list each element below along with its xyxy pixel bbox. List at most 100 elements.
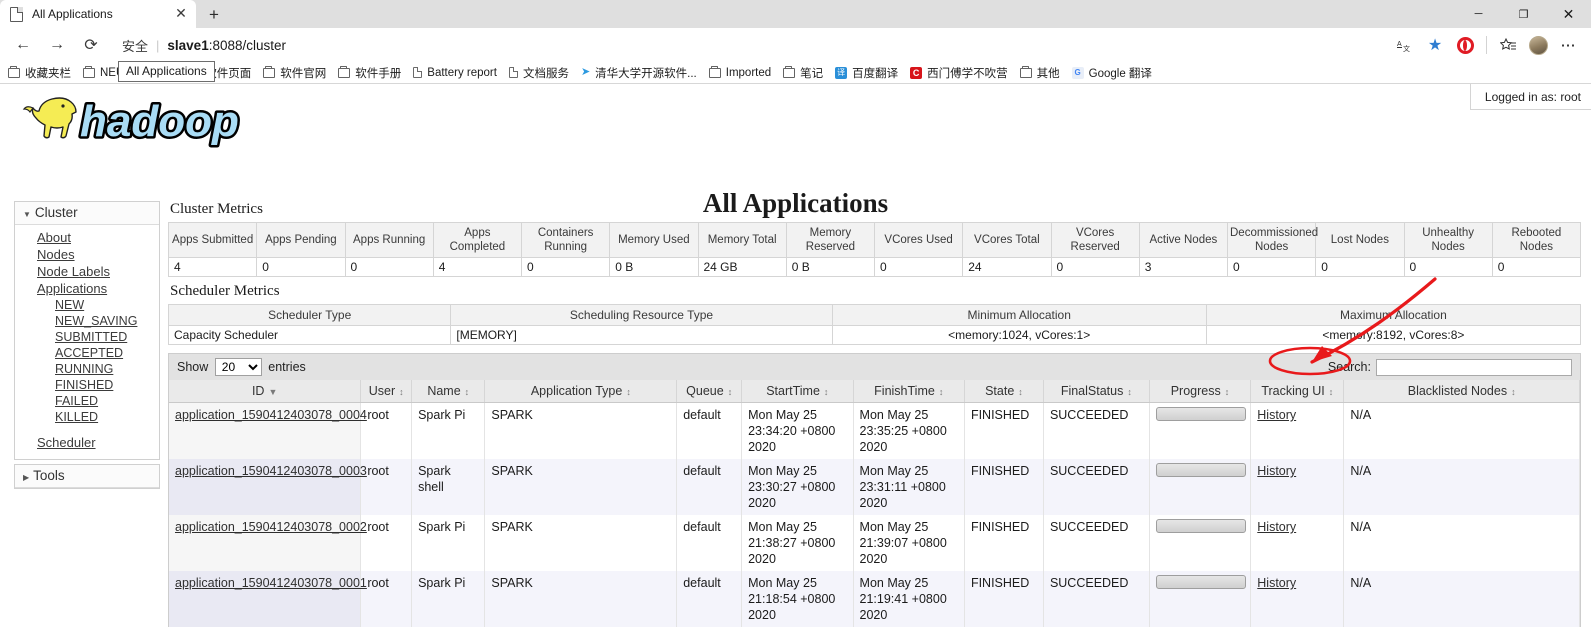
column-header-tracking-ui[interactable]: Tracking UI ↕ [1250,380,1345,403]
column-label: ID [251,384,265,398]
sidebar-item-finished[interactable]: FINISHED [15,377,159,393]
column-header-finishtime[interactable]: FinishTime ↕ [853,380,965,403]
folder-icon [83,65,95,78]
sidebar-item-submitted[interactable]: SUBMITTED [15,329,159,345]
translate-icon[interactable]: A文 [1390,30,1420,60]
bookmark-item[interactable]: 收藏夹栏 [8,65,71,81]
cell-tracking-ui: History [1250,515,1345,571]
sidebar-item-about[interactable]: About [15,229,159,246]
page-length-select[interactable]: 20 40 60 80 100 [214,358,262,376]
cell-progress [1149,459,1252,515]
application-id-link[interactable]: application_1590412403078_0002 [175,520,367,534]
sidebar-item-scheduler[interactable]: Scheduler [15,434,159,451]
tab-title: All Applications [32,7,113,21]
browser-tab[interactable]: All Applications ✕ [0,0,196,28]
column-header-name[interactable]: Name ↕ [411,380,486,403]
address-bar[interactable]: 安全 | slave1:8088/cluster [116,32,1390,58]
cell-name: Spark Pi [411,571,486,627]
cell-id: application_1590412403078_0002 [169,515,367,571]
column-header-starttime[interactable]: StartTime ↕ [741,380,854,403]
scheduler-type-value: Capacity Scheduler [167,325,452,345]
application-id-link[interactable]: application_1590412403078_0001 [175,576,367,590]
tracking-ui-link[interactable]: History [1257,408,1296,422]
cluster-metric-value: 0 [1050,257,1140,277]
sidebar-item-nodes[interactable]: Nodes [15,246,159,263]
column-header-application-type[interactable]: Application Type ↕ [484,380,678,403]
column-header-id[interactable]: ID ▼ [169,380,362,403]
sort-both-icon: ↕ [626,387,631,397]
application-id-link[interactable]: application_1590412403078_0003 [175,464,367,478]
tracking-ui-link[interactable]: History [1257,576,1296,590]
collections-icon[interactable] [1493,30,1523,60]
column-label: Queue [686,384,724,398]
bookmark-item[interactable]: Battery report [413,67,497,79]
bookmark-item[interactable]: 其他 [1019,65,1060,81]
column-label: FinalStatus [1060,384,1124,398]
datatable-toolbar: Show 20 40 60 80 100 entries Search: [169,354,1580,380]
column-header-progress[interactable]: Progress ↕ [1149,380,1252,403]
scheduler-metrics-header: Minimum Allocation [831,304,1207,326]
bookmark-label: 其他 [1036,67,1060,80]
cell-name: Spark shell [411,459,486,515]
sort-both-icon: ↕ [1224,387,1230,397]
bookmark-item[interactable]: C 西门傅学不吹营 [910,65,1008,81]
column-label: Progress [1170,384,1221,398]
sidebar-item-failed[interactable]: FAILED [15,393,159,409]
progress-bar [1155,407,1246,421]
sidebar-item-new-saving[interactable]: NEW_SAVING [15,313,159,329]
back-icon[interactable]: ← [8,30,38,60]
column-header-queue[interactable]: Queue ↕ [676,380,743,403]
cell-id: application_1590412403078_0003 [169,459,367,515]
sidebar-cluster-body: About Nodes Node Labels Applications NEW… [15,225,159,459]
sidebar-item-running[interactable]: RUNNING [15,361,159,377]
bookmark-item[interactable]: Imported [708,65,771,79]
column-label: Name [427,384,461,398]
sidebar-item-node-labels[interactable]: Node Labels [15,263,159,280]
sidebar-item-applications[interactable]: Applications [15,280,159,297]
bookmark-item[interactable]: 软件官网 [263,65,326,81]
sidebar-tools-header[interactable]: ▶ Tools [15,465,159,488]
bookmark-item[interactable]: 译百度翻译 [835,65,898,81]
cell-tracking-ui: History [1250,402,1345,459]
close-icon[interactable]: ✕ [172,5,190,23]
bookmark-item[interactable]: G Google 翻译 [1071,65,1152,81]
favorite-star-icon[interactable]: ★ [1420,30,1450,60]
tracking-ui-link[interactable]: History [1257,520,1296,534]
folder-icon [1019,65,1032,78]
sort-both-icon: ↕ [823,387,829,397]
new-tab-button[interactable]: + [200,2,228,28]
column-header-blacklisted-nodes[interactable]: Blacklisted Nodes ↕ [1343,380,1580,403]
tracking-ui-link[interactable]: History [1257,464,1296,478]
bookmark-item[interactable]: 软件手册 [338,65,401,81]
sidebar-item-accepted[interactable]: ACCEPTED [15,345,159,361]
cluster-metrics-table: Apps Submitted Apps Pending Apps Running… [167,222,1582,277]
cluster-metric-value: 0 [1226,257,1317,277]
progress-bar [1155,463,1246,477]
profile-avatar[interactable] [1523,30,1553,60]
window-close-icon[interactable]: ✕ [1546,0,1591,28]
cell-finalstatus: SUCCEEDED [1043,402,1150,459]
bookmark-item[interactable]: 文档服务 [508,65,569,81]
application-id-link[interactable]: application_1590412403078_0004 [175,408,367,422]
bookmark-item[interactable]: ➤ 清华大学开源软件... [581,65,697,81]
column-header-user[interactable]: User ↕ [360,380,413,403]
reload-icon[interactable]: ⟳ [76,30,106,60]
bookmark-label: 文档服务 [522,67,569,80]
sidebar-item-new[interactable]: NEW [15,297,159,313]
column-label: Application Type [530,384,623,398]
more-menu-icon[interactable]: ⋯ [1553,30,1583,60]
column-header-state[interactable]: State ↕ [964,380,1044,403]
sidebar-item-killed[interactable]: KILLED [15,409,159,425]
minimize-icon[interactable]: ─ [1456,0,1501,28]
hadoop-logo[interactable]: hadoop hadoop [0,84,1591,155]
bookmarks-bar: 收藏夹栏 NEU 网站 软件页面 软件官网 软件手册 Battery repor… [0,62,1591,84]
bookmark-item[interactable]: 笔记 [783,65,823,81]
search-input[interactable] [1376,358,1572,376]
maximize-icon[interactable]: ❐ [1501,0,1546,28]
bookmark-label: 收藏夹栏 [25,67,71,80]
column-header-finalstatus[interactable]: FinalStatus ↕ [1043,380,1150,403]
forward-icon[interactable]: → [42,30,72,60]
cell-blacklisted-nodes: N/A [1343,515,1580,571]
opera-icon[interactable] [1450,30,1480,60]
table-row: application_1590412403078_0004 root Spar… [169,402,1580,459]
